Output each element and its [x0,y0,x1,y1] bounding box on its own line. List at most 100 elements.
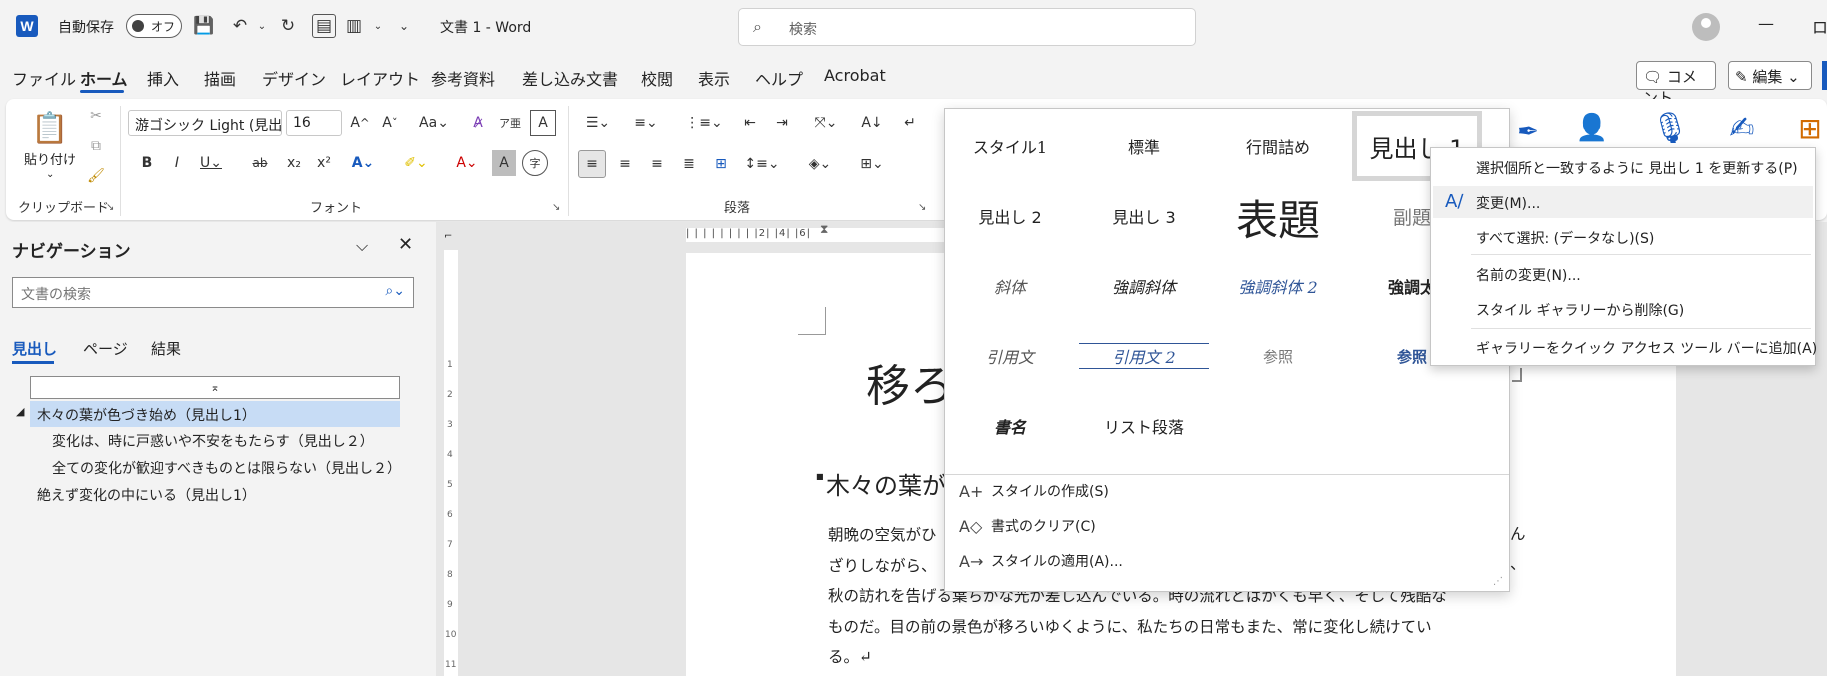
clipboard-launcher-icon[interactable]: ↘ [106,202,114,213]
create-style-action[interactable]: A+ スタイルの作成(S) [959,481,1109,501]
cut-icon[interactable]: ✂ [84,104,108,128]
align-left-button[interactable]: ≡ [578,150,606,178]
nav-tab-results[interactable]: 結果 [151,338,181,359]
menu-item-remove-from-gallery[interactable]: スタイル ギャラリーから削除(G) [1476,300,1684,320]
share-button-edge[interactable] [1822,61,1827,90]
highlight-icon[interactable]: ✐⌄ [396,150,436,176]
clear-formatting-icon[interactable]: A̷ [466,110,490,136]
style-item[interactable]: 参照 [1213,336,1343,376]
enclose-characters-icon[interactable]: 字 [522,150,548,176]
tab-acrobat[interactable]: Acrobat [824,66,886,85]
style-item[interactable]: 標準 [1079,126,1209,166]
style-item[interactable]: 見出し 2 [945,196,1075,236]
tab-mailings[interactable]: 差し込み文書 [522,66,618,90]
bold-button[interactable]: B [136,150,158,176]
tab-file[interactable]: ファイル [12,66,76,90]
tab-draw[interactable]: 描画 [204,66,236,90]
character-shading-icon[interactable]: A [492,150,516,176]
underline-button[interactable]: U⌄ [196,150,226,176]
comment-button[interactable]: 🗨 コメント [1636,61,1716,107]
align-center-button[interactable]: ≡ [612,150,638,178]
shrink-font-icon[interactable]: Aˇ [378,110,402,136]
font-color-icon[interactable]: A⌄ [448,150,486,176]
tab-design[interactable]: デザイン [262,66,326,90]
style-item[interactable]: スタイル1 [945,126,1075,166]
collapse-all-bar[interactable]: ⌅ [30,376,400,399]
minimize-button[interactable]: — [1758,14,1774,33]
editor-icon[interactable]: 👤 [1572,108,1612,148]
decrease-indent-icon[interactable]: ⇤ [738,110,762,136]
menu-item-add-to-qat[interactable]: ギャラリーをクイック アクセス ツール バーに追加(A) [1476,338,1817,358]
nav-heading-item[interactable]: 全ての変化が歓迎すべきものとは限らない（見出し２） [52,458,401,478]
clear-formatting-action[interactable]: A◇ 書式のクリア(C) [959,516,1096,536]
borders-icon[interactable]: ⊞⌄ [852,150,892,178]
menu-item-rename[interactable]: 名前の変更(N)... [1476,265,1581,285]
nav-heading-item[interactable]: 木々の葉が色づき始め（見出し1） [37,405,256,425]
user-avatar[interactable] [1692,13,1720,41]
nav-tab-headings[interactable]: 見出し [12,338,57,359]
search-input[interactable]: ⌕ 検索 [738,8,1196,46]
close-icon[interactable]: ロ [1812,14,1827,38]
style-item[interactable]: 強調斜体 [1079,266,1209,306]
character-border-icon[interactable]: A [530,110,556,136]
sort-icon[interactable]: A↓ [858,110,886,136]
align-right-button[interactable]: ≡ [644,150,670,178]
style-item[interactable]: 斜体 [945,266,1075,306]
document-heading-1[interactable]: 木々の葉が [826,466,946,501]
nav-tab-pages[interactable]: ページ [83,338,128,359]
autosave-toggle[interactable]: オフ [126,14,182,38]
subscript-button[interactable]: x₂ [282,150,306,176]
format-painter-icon[interactable]: 🖌 [84,164,108,188]
nav-search-input[interactable]: 文書の検索 ⌕⌄ [12,277,414,308]
close-icon[interactable]: ✕ [398,234,413,255]
apply-styles-action[interactable]: A→ スタイルの適用(A)... [959,551,1123,571]
italic-button[interactable]: I [166,150,188,176]
search-icon[interactable]: ⌕⌄ [385,283,405,299]
customize-toolbar-icon[interactable]: ⌄ [392,14,416,38]
menu-item-modify[interactable]: 変更(M)... [1476,193,1540,213]
distributed-button[interactable]: ⊞ [708,150,734,178]
tab-help[interactable]: ヘルプ [755,66,803,90]
resize-grip-icon[interactable]: ⋰ [1493,576,1503,587]
text-effects-icon[interactable]: A⌄ [346,150,380,176]
paragraph-launcher-icon[interactable]: ↘ [918,202,926,213]
document-title-text[interactable]: 移ろ [866,350,954,414]
page-view-icon[interactable]: ▤ [312,14,336,38]
style-context-menu[interactable]: 選択個所と一致するように 見出し 1 を更新する(P) A∕ 変更(M)... … [1430,147,1817,366]
chevron-down-icon[interactable]: ⌵ [356,236,368,256]
paste-icon[interactable]: 📋 [26,104,74,152]
add-ins-icon[interactable]: ⊞ [1794,108,1826,148]
copy-icon[interactable]: ⧉ [84,134,108,158]
undo-dropdown-icon[interactable]: ⌄ [250,14,274,38]
strikethrough-button[interactable]: ab [248,150,272,176]
nav-heading-item[interactable]: 絶えず変化の中にいる（見出し1） [37,485,256,505]
style-item[interactable]: リスト段落 [1079,406,1209,446]
tab-selector[interactable]: ⌐ [444,231,452,242]
tab-insert[interactable]: 挿入 [147,66,179,90]
edit-mode-button[interactable]: ✎ 編集 ⌄ [1728,61,1812,90]
tab-home[interactable]: ホーム [80,66,128,90]
grow-font-icon[interactable]: A ^ [348,110,372,136]
undo-icon[interactable]: ↶ [228,14,252,38]
expand-triangle-icon[interactable]: ◢ [16,405,24,418]
font-launcher-icon[interactable]: ↘ [552,202,560,213]
style-item[interactable]: 見出し 3 [1079,196,1209,236]
microphone-icon[interactable]: 🎙 [1651,104,1689,152]
line-spacing-icon[interactable]: ↕≡⌄ [742,150,782,178]
menu-item-select-all[interactable]: すべて選択: (データなし)(S) [1476,228,1654,248]
style-gallery-dropdown[interactable]: スタイル1 標準 行間詰め 見出し 1 見出し 2 見出し 3 表題 副題 斜体… [944,108,1510,592]
paste-dropdown-icon[interactable]: ⌄ [46,169,54,180]
superscript-button[interactable]: x² [312,150,336,176]
tab-review[interactable]: 校閲 [641,66,673,90]
phonetic-guide-icon[interactable]: ア亜 [498,110,522,136]
redo-icon[interactable]: ↻ [276,14,300,38]
nav-heading-item[interactable]: 変化は、時に戸惑いや不安をもたらす（見出し２） [52,431,374,451]
style-item[interactable]: 引用文 [945,336,1075,376]
style-item[interactable]: 引用文 2 [1079,343,1209,369]
font-name-select[interactable]: 游ゴシック Light (見出 [128,110,282,136]
numbering-icon[interactable]: ≡⌄ [626,110,666,136]
indent-marker[interactable]: ⧗ [820,222,828,237]
shading-icon[interactable]: ◈⌄ [800,150,840,178]
designer-icon[interactable]: ✍ [1722,108,1762,148]
save-icon[interactable]: 💾 [192,14,216,38]
